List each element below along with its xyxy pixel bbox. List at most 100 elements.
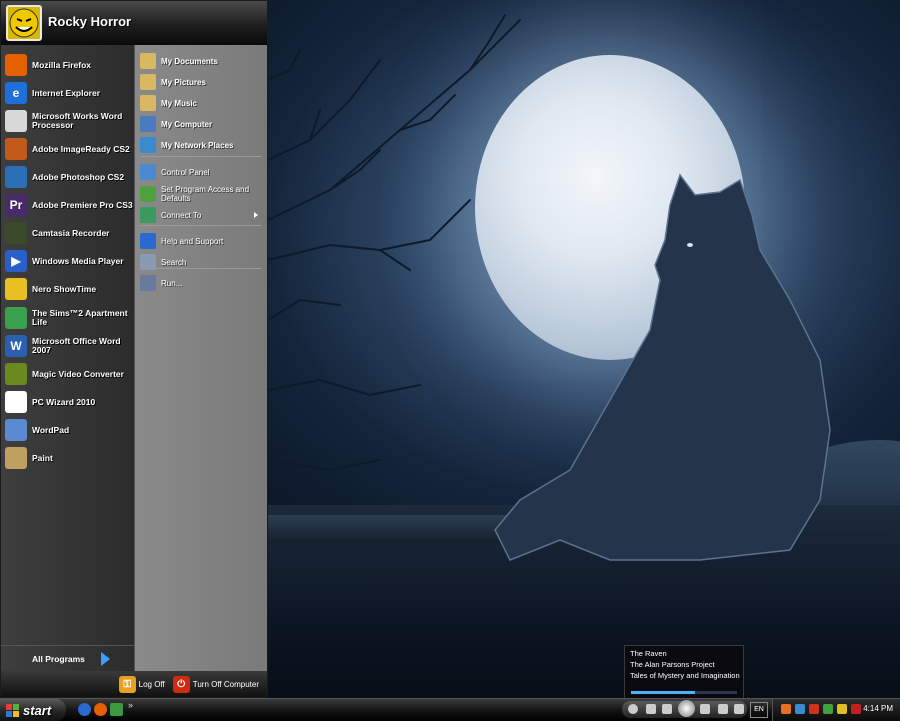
log-off-button[interactable]: ⚿ Log Off <box>118 675 165 693</box>
place-label: Control Panel <box>161 167 210 177</box>
pictures-folder-icon <box>140 74 156 90</box>
key-icon: ⚿ <box>118 675 136 693</box>
place-network[interactable]: My Network Places <box>140 135 264 155</box>
language-indicator[interactable]: EN <box>750 702 768 718</box>
program-video-converter[interactable]: Magic Video Converter <box>5 360 133 388</box>
network-icon <box>140 137 156 153</box>
place-connect[interactable]: Connect To <box>140 205 264 225</box>
camtasia-icon <box>5 222 27 244</box>
clock[interactable]: 4:14 PM <box>863 704 893 713</box>
place-program-defaults[interactable]: Set Program Access and Defaults <box>140 184 264 204</box>
place-run[interactable]: Run... <box>140 273 264 293</box>
antivirus-tray-icon[interactable] <box>851 704 861 714</box>
next-icon[interactable] <box>700 704 710 714</box>
turn-off-label: Turn Off Computer <box>192 679 259 689</box>
place-label: My Network Places <box>161 140 234 150</box>
program-imageready[interactable]: Adobe ImageReady CS2 <box>5 135 133 163</box>
connect-icon <box>140 207 156 223</box>
tray-app-icon[interactable] <box>781 704 791 714</box>
program-media-player[interactable]: ▶ Windows Media Player <box>5 247 133 275</box>
video-converter-icon <box>5 363 27 385</box>
arrow-right-icon <box>100 652 110 666</box>
media-player-quicklaunch-icon[interactable] <box>78 703 91 716</box>
pc-wizard-icon <box>5 391 27 413</box>
program-label: Internet Explorer <box>32 87 101 98</box>
volume-icon[interactable] <box>718 704 728 714</box>
photoshop-icon <box>5 166 27 188</box>
program-label: Microsoft Office Word 2007 <box>32 336 121 355</box>
places-column: My Documents My Pictures My Music My Comput… <box>134 45 267 671</box>
imageready-icon <box>5 138 27 160</box>
place-label: Set Program Access and Defaults <box>161 185 250 203</box>
turn-off-button[interactable]: ⏻ Turn Off Computer <box>172 675 259 693</box>
stop-icon[interactable] <box>646 704 656 714</box>
wmp-restore-icon[interactable] <box>628 704 638 714</box>
program-word[interactable]: W Microsoft Office Word 2007 <box>5 332 133 360</box>
run-icon <box>140 275 156 291</box>
place-documents-folder[interactable]: My Documents <box>140 51 264 71</box>
app-quicklaunch-icon[interactable] <box>110 703 123 716</box>
all-programs-button[interactable]: All Programs <box>1 645 134 672</box>
place-pictures-folder[interactable]: My Pictures <box>140 72 264 92</box>
media-player-icon: ▶ <box>5 250 27 272</box>
taskbar: start » EN 4:14 PM <box>0 698 900 721</box>
user-name: Rocky Horror <box>48 14 132 29</box>
program-label: Camtasia Recorder <box>32 227 110 238</box>
firefox-icon <box>5 54 27 76</box>
word-icon: W <box>5 335 27 357</box>
place-label: My Documents <box>161 56 218 66</box>
program-premiere[interactable]: Pr Adobe Premiere Pro CS3 <box>5 191 133 219</box>
program-paint[interactable]: Paint <box>5 444 133 472</box>
program-wordpad[interactable]: WordPad <box>5 416 133 444</box>
place-computer[interactable]: My Computer <box>140 114 264 134</box>
program-label: Adobe ImageReady CS2 <box>32 143 130 154</box>
previous-icon[interactable] <box>662 704 672 714</box>
mute-icon[interactable] <box>734 704 744 714</box>
submenu-arrow-icon <box>254 212 258 218</box>
tray-alert-icon[interactable] <box>809 704 819 714</box>
program-defaults-icon <box>140 186 156 202</box>
program-nero[interactable]: Nero ShowTime <box>5 275 133 303</box>
tray-messenger-icon[interactable] <box>837 704 847 714</box>
place-control-panel[interactable]: Control Panel <box>140 162 264 182</box>
pinned-programs-column: Mozilla Firefox e Internet Explorer Microso… <box>1 45 134 671</box>
program-sims[interactable]: The Sims™2 Apartment Life <box>5 304 133 332</box>
program-label: Adobe Photoshop CS2 <box>32 171 125 182</box>
firefox-quicklaunch-icon[interactable] <box>94 703 107 716</box>
paint-icon <box>5 447 27 469</box>
network-tray-icon[interactable] <box>795 704 805 714</box>
program-label: Mozilla Firefox <box>32 59 92 70</box>
start-menu: Rocky Horror Mozilla Firefox e Internet Ex… <box>0 0 268 698</box>
computer-icon <box>140 116 156 132</box>
quicklaunch-chevron-icon[interactable]: » <box>128 700 133 710</box>
program-pc-wizard[interactable]: PC Wizard 2010 <box>5 388 133 416</box>
pause-icon[interactable] <box>678 700 695 717</box>
program-works-word-processor[interactable]: Microsoft Works Word Processor <box>5 107 133 135</box>
system-tray: 4:14 PM <box>772 699 900 721</box>
program-label: Paint <box>32 452 53 463</box>
start-button[interactable]: start <box>0 699 66 721</box>
place-help[interactable]: Help and Support <box>140 231 264 251</box>
track-progress-bar[interactable] <box>631 691 737 694</box>
start-label: start <box>23 702 52 718</box>
track-title: The Raven <box>630 649 667 658</box>
security-tray-icon[interactable] <box>823 704 833 714</box>
place-music-folder[interactable]: My Music <box>140 93 264 113</box>
place-search[interactable]: Search <box>140 252 264 272</box>
program-internet-explorer[interactable]: e Internet Explorer <box>5 79 133 107</box>
program-label: Windows Media Player <box>32 255 124 266</box>
place-label: Connect To <box>161 210 202 220</box>
program-photoshop[interactable]: Adobe Photoshop CS2 <box>5 163 133 191</box>
media-player-info: The Raven The Alan Parsons Project Tales… <box>624 645 744 699</box>
program-camtasia[interactable]: Camtasia Recorder <box>5 219 133 247</box>
program-firefox[interactable]: Mozilla Firefox <box>5 51 133 79</box>
program-label: WordPad <box>32 424 70 435</box>
log-off-label: Log Off <box>138 679 165 689</box>
music-folder-icon <box>140 95 156 111</box>
control-panel-icon <box>140 164 156 180</box>
smiley-face-icon <box>9 8 39 38</box>
user-avatar[interactable] <box>6 5 42 41</box>
internet-explorer-icon: e <box>5 82 27 104</box>
place-label: My Music <box>161 98 198 108</box>
start-menu-footer: ⚿ Log Off ⏻ Turn Off Computer <box>1 671 267 697</box>
